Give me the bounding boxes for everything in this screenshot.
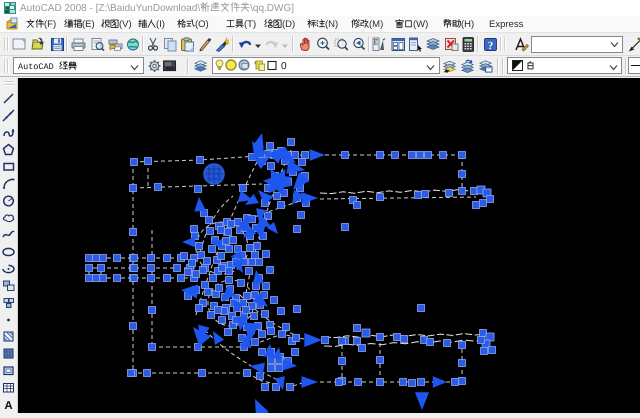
svg-text:?: ? — [488, 40, 494, 52]
svg-text:A: A — [4, 400, 12, 412]
